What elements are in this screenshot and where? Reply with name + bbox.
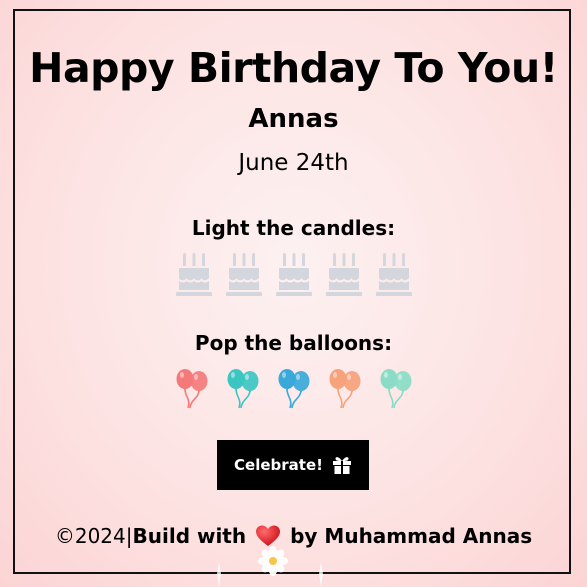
birthday-name: Annas [248,104,339,134]
balloons-icon[interactable] [379,369,413,409]
footer: ©2024| Build with by Muhammad Annas [0,524,587,548]
balloons-label: Pop the balloons: [194,331,393,355]
footer-copyright: ©2024| [54,524,133,548]
birthday-date: June 24th [238,150,349,176]
heart-icon [256,525,281,546]
gift-icon [332,457,351,474]
sparkle-icon [217,562,221,587]
balloons-icon[interactable] [226,369,260,409]
balloons-icon[interactable] [175,369,209,409]
birthday-cake-icon[interactable] [375,253,412,297]
balloons-row [0,369,587,409]
sparkle-icon [319,562,323,587]
celebrate-button-label: Celebrate! [234,456,323,474]
footer-build: Build with [132,524,247,548]
page-title: Happy Birthday To You! [29,44,558,92]
birthday-cake-icon[interactable] [175,253,212,297]
birthday-cake-icon[interactable] [325,253,362,297]
candles-row [0,253,587,297]
flower-icon [258,546,288,576]
birthday-cake-icon[interactable] [225,253,262,297]
balloons-icon[interactable] [328,369,362,409]
candles-label: Light the candles: [191,216,396,240]
birthday-cake-icon[interactable] [275,253,312,297]
celebrate-button[interactable]: Celebrate! [217,440,369,490]
balloons-icon[interactable] [277,369,311,409]
footer-author: by Muhammad Annas [290,524,533,548]
